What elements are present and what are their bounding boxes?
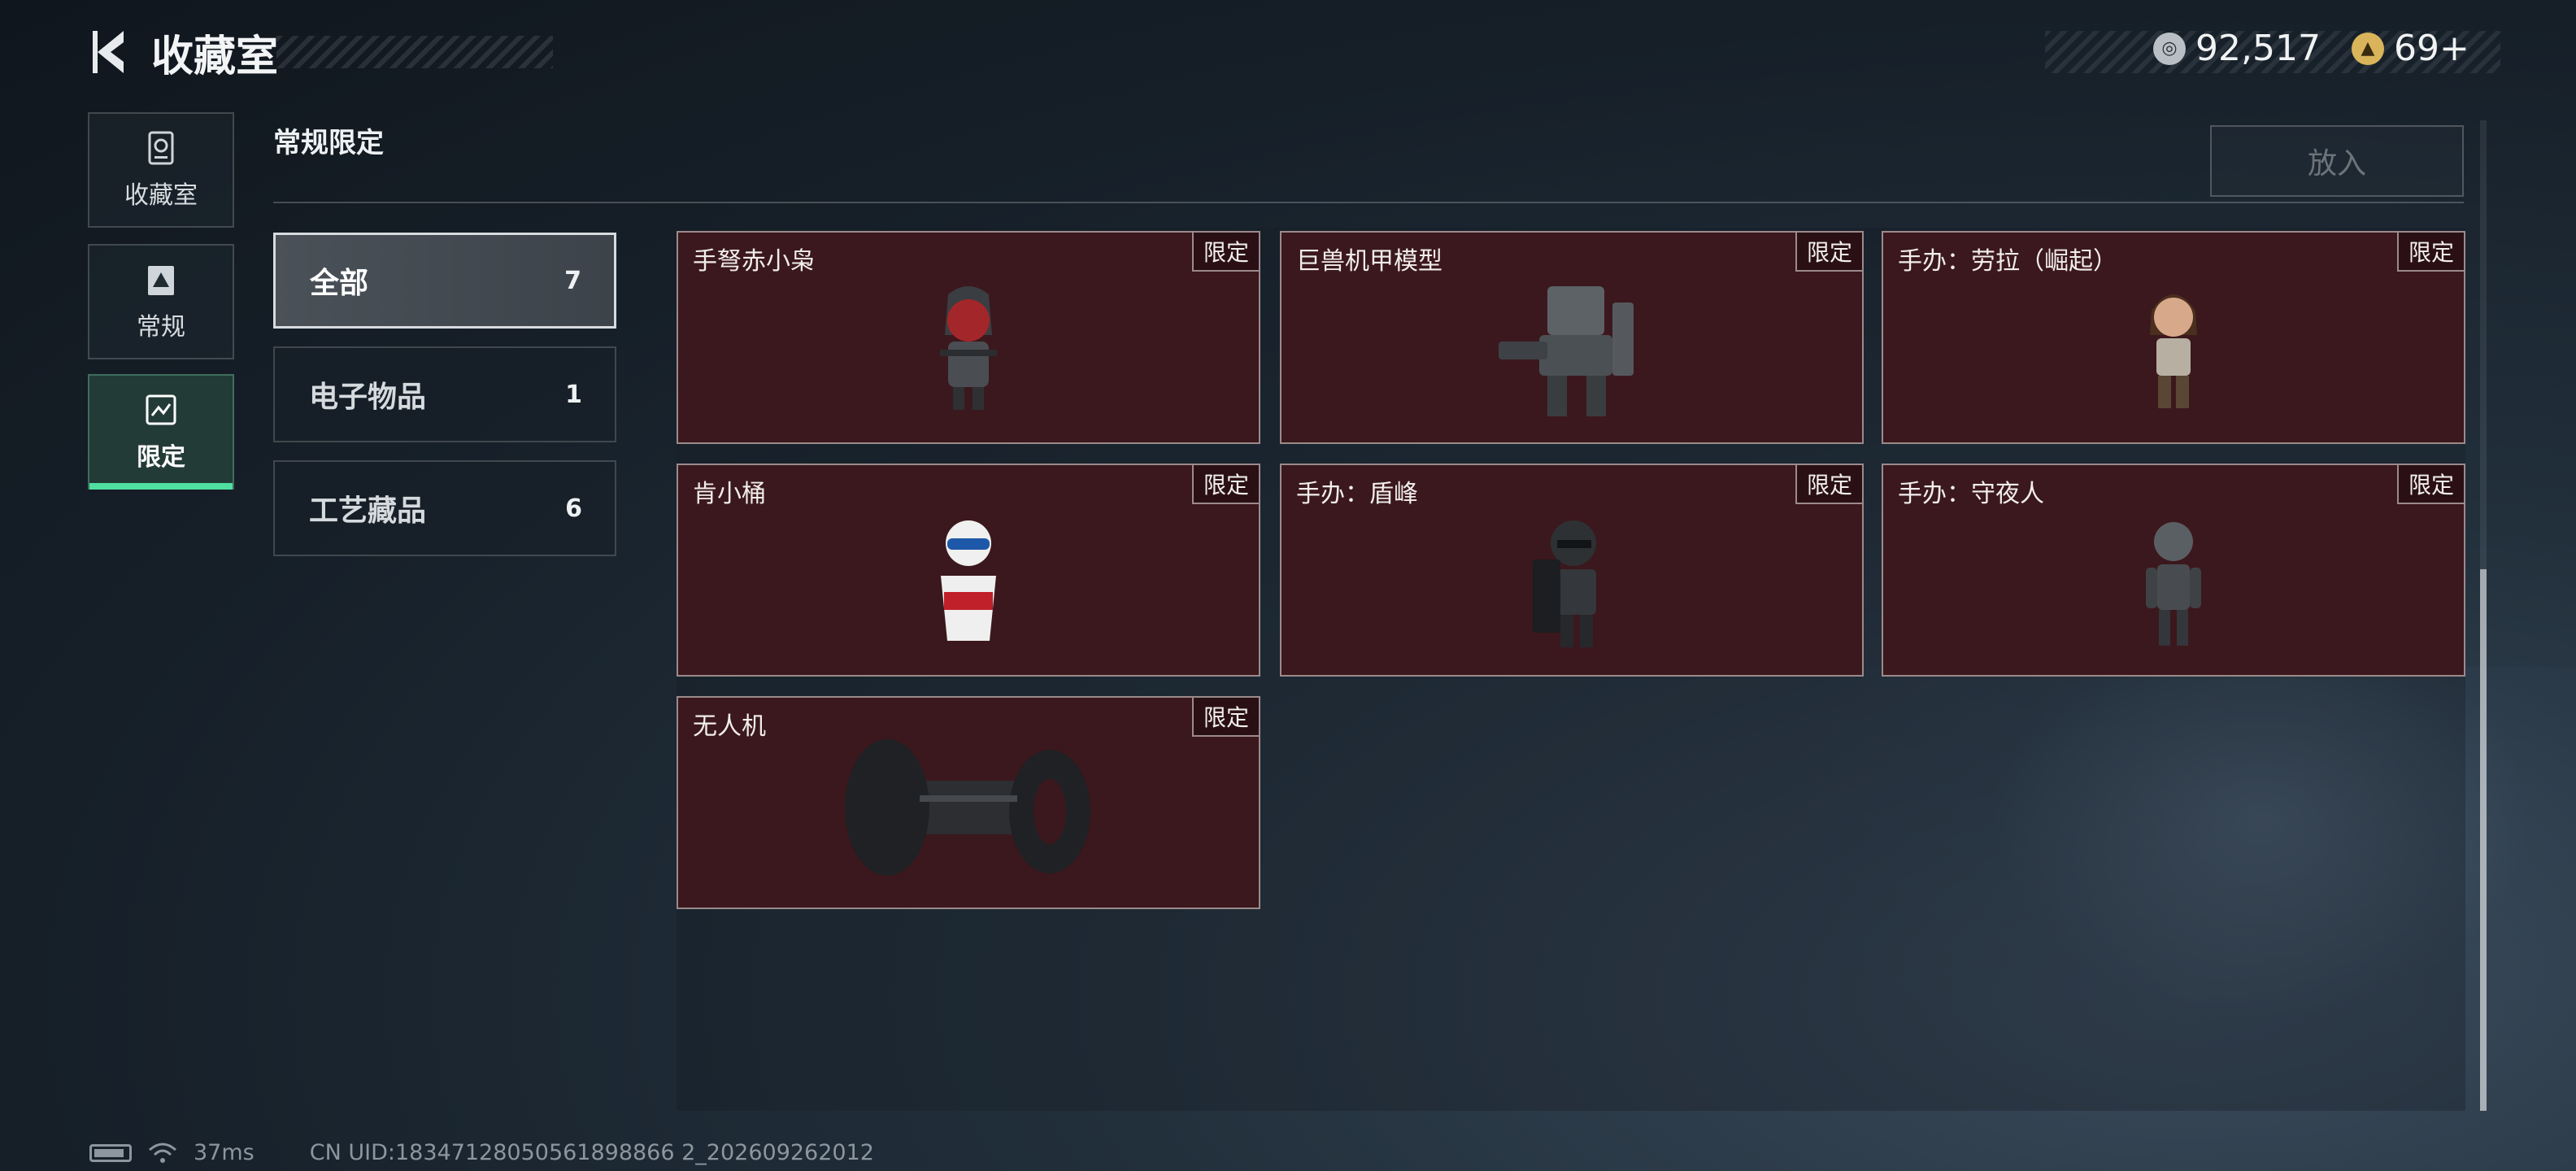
item-card[interactable]: 手办：劳拉（崛起） 限定 xyxy=(1882,231,2465,444)
item-card[interactable]: 无人机 限定 xyxy=(677,696,1260,909)
item-card[interactable]: 巨兽机甲模型 限定 xyxy=(1280,231,1864,444)
limited-badge: 限定 xyxy=(2397,465,2464,504)
item-name: 无人机 xyxy=(693,712,766,741)
regular-item-icon xyxy=(148,266,174,295)
limited-badge: 限定 xyxy=(2397,233,2464,272)
sidebar-tab-regular[interactable]: 常规 xyxy=(88,244,234,359)
battery-icon xyxy=(89,1143,132,1162)
item-name: 肯小桶 xyxy=(693,480,766,508)
category-label: 电子物品 xyxy=(309,381,427,414)
limited-badge: 限定 xyxy=(1795,233,1862,272)
lara-figure-image xyxy=(2150,294,2197,408)
item-card[interactable]: 手办：盾峰 限定 xyxy=(1280,464,1864,677)
item-name: 手办：守夜人 xyxy=(1898,480,2044,508)
vault-icon xyxy=(148,131,174,165)
silver-amount: 92,517 xyxy=(2195,28,2321,69)
drone-image xyxy=(845,739,1090,876)
item-card[interactable]: 手弩赤小枭 限定 xyxy=(677,231,1260,444)
put-in-button[interactable]: 放入 xyxy=(2210,125,2464,197)
page-title: 收藏室 xyxy=(151,32,279,81)
category-crafts[interactable]: 工艺藏品 6 xyxy=(273,460,616,556)
sidebar-tab-vault[interactable]: 收藏室 xyxy=(88,112,234,228)
sidebar-tab-label: 收藏室 xyxy=(124,181,198,210)
limited-badge: 限定 xyxy=(1192,233,1259,272)
back-button[interactable] xyxy=(81,23,140,81)
category-count: 6 xyxy=(565,494,582,523)
sidebar-tab-label: 常规 xyxy=(137,313,185,342)
currency-gold[interactable]: ▲ 69+ xyxy=(2352,28,2469,69)
category-electronics[interactable]: 电子物品 1 xyxy=(273,346,616,442)
scrollbar-thumb[interactable] xyxy=(2480,569,2487,1111)
category-label: 工艺藏品 xyxy=(309,494,427,528)
sidebar-tab-label: 限定 xyxy=(137,443,185,472)
category-all[interactable]: 全部 7 xyxy=(273,233,616,329)
uid-text: CN UID:18347128050561898866 2_2026092620… xyxy=(309,1140,874,1165)
sidebar-tab-limited[interactable]: 限定 xyxy=(88,374,234,490)
category-label: 全部 xyxy=(310,267,369,300)
item-name: 手办：劳拉（崛起） xyxy=(1898,247,2117,276)
item-name: 手弩赤小枭 xyxy=(693,247,815,276)
item-name: 手办：盾峰 xyxy=(1296,480,1418,508)
wifi-icon xyxy=(149,1143,176,1163)
section-title: 常规限定 xyxy=(273,127,384,159)
currency-silver[interactable]: ◎ 92,517 xyxy=(2153,28,2321,69)
category-count: 1 xyxy=(565,380,582,409)
nightwatch-figure-image xyxy=(2146,522,2201,646)
silver-coin-icon: ◎ xyxy=(2153,32,2186,65)
header: 收藏室 xyxy=(81,23,278,81)
section-divider xyxy=(273,202,2464,203)
crossbow-figure-image xyxy=(940,286,997,410)
title-decoration xyxy=(276,36,553,68)
gold-amount: 69+ xyxy=(2394,28,2469,69)
gold-coin-icon: ▲ xyxy=(2352,32,2384,65)
limited-item-icon xyxy=(146,394,176,425)
back-arrow-icon xyxy=(93,31,124,73)
item-name: 巨兽机甲模型 xyxy=(1296,247,1442,276)
item-card[interactable]: 手办：守夜人 限定 xyxy=(1882,464,2465,677)
status-footer: 37ms CN UID:18347128050561898866 2_20260… xyxy=(89,1140,874,1165)
kfc-bucket-figure-image xyxy=(941,520,996,641)
limited-badge: 限定 xyxy=(1192,698,1259,737)
mech-model-image xyxy=(1499,286,1634,416)
limited-badge: 限定 xyxy=(1795,465,1862,504)
item-card[interactable]: 肯小桶 限定 xyxy=(677,464,1260,677)
ping-text: 37ms xyxy=(194,1140,255,1165)
category-count: 7 xyxy=(564,266,581,295)
limited-badge: 限定 xyxy=(1192,465,1259,504)
shield-figure-image xyxy=(1533,520,1596,647)
